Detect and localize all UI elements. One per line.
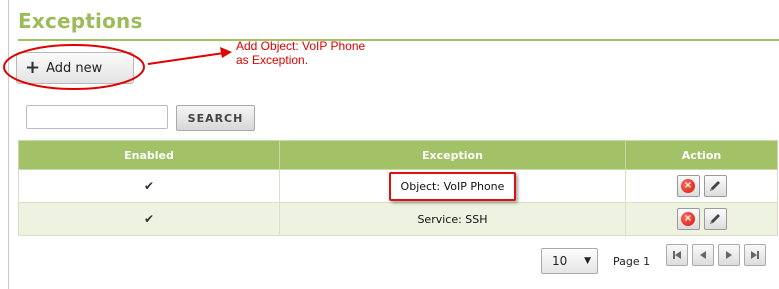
header-enabled[interactable]: Enabled: [18, 140, 280, 170]
edit-button[interactable]: [703, 208, 727, 230]
check-icon: ✔: [143, 212, 155, 226]
first-page-button[interactable]: [666, 244, 688, 266]
last-page-button[interactable]: [744, 244, 766, 266]
exception-value: Object: VoIP Phone: [400, 179, 505, 193]
next-page-icon: [726, 251, 732, 259]
left-border: [8, 0, 9, 289]
table-row: ✔ Service: SSH ×: [18, 202, 778, 236]
delete-button[interactable]: ×: [676, 175, 700, 197]
pencil-icon: [710, 214, 720, 224]
annotation-arrow-head: [220, 47, 232, 58]
add-new-button[interactable]: + Add new: [16, 52, 134, 84]
search-button[interactable]: SEARCH: [176, 105, 255, 131]
prev-page-button[interactable]: [692, 244, 714, 266]
header-action: Action: [625, 140, 778, 170]
delete-button[interactable]: ×: [676, 208, 700, 230]
annotation-text: Add Object: VoIP Phone as Exception.: [236, 39, 365, 67]
exception-value: Service: SSH: [417, 212, 488, 226]
enabled-cell: ✔: [18, 202, 280, 236]
title-divider: [18, 39, 779, 41]
exception-cell: Object: VoIP Phone: [279, 169, 626, 203]
exception-cell: Service: SSH: [279, 202, 626, 236]
action-cell: ×: [625, 202, 778, 236]
header-exception[interactable]: Exception: [279, 140, 626, 170]
plus-icon: +: [25, 57, 41, 78]
next-page-button[interactable]: [718, 244, 740, 266]
annotation-arrow-line: [147, 52, 225, 65]
table-row: ✔ Object: VoIP Phone ×: [18, 169, 778, 203]
page-size-value: 10: [552, 254, 568, 268]
dropdown-caret-icon: ▼: [584, 256, 591, 266]
search-input[interactable]: [26, 105, 168, 129]
annotation-line-1: Add Object: VoIP Phone: [236, 39, 366, 53]
annotation-line-2: as Exception.: [236, 53, 309, 67]
highlighted-exception: Object: VoIP Phone: [388, 171, 517, 201]
enabled-cell: ✔: [18, 169, 280, 203]
page-size-select[interactable]: 10 ▼: [541, 248, 598, 274]
edit-button[interactable]: [703, 175, 727, 197]
page-indicator: Page 1: [613, 255, 651, 268]
prev-page-icon: [700, 251, 706, 259]
delete-icon: ×: [681, 179, 695, 193]
table-header-row: Enabled Exception Action: [18, 140, 778, 170]
first-page-icon: [673, 251, 681, 259]
delete-icon: ×: [681, 212, 695, 226]
check-icon: ✔: [143, 179, 155, 193]
last-page-icon: [751, 251, 759, 259]
pencil-icon: [710, 181, 720, 191]
action-cell: ×: [625, 169, 778, 203]
page-title: Exceptions: [18, 9, 143, 33]
add-new-label: Add new: [46, 60, 103, 76]
exceptions-table: Enabled Exception Action ✔ Object: VoIP …: [18, 140, 778, 236]
